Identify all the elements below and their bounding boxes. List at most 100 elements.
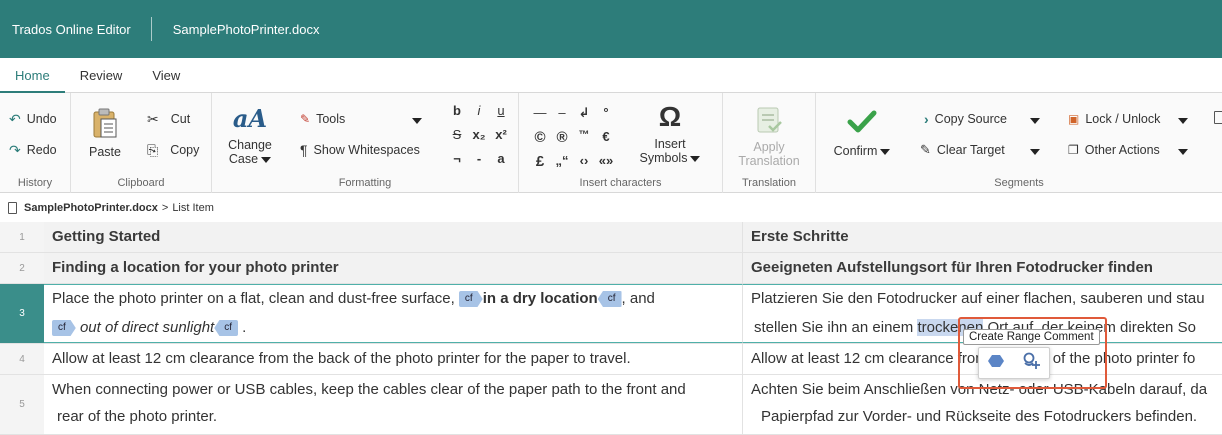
chevron-down-icon [880, 148, 891, 155]
strikethrough-button[interactable]: S [448, 127, 466, 142]
history-label: History [17, 177, 53, 189]
source-segment[interactable]: Allow at least 12 cm clearance from the … [44, 344, 743, 374]
insert-symbols-button[interactable]: Ω Insert Symbols [633, 101, 707, 165]
translation-label: Translation [741, 177, 796, 189]
tag-open[interactable]: cf [52, 320, 76, 336]
tools-button[interactable]: ✎ Tools [300, 111, 345, 127]
other-actions-dropdown-icon[interactable] [1178, 149, 1188, 155]
segments-group: Confirm › Copy Source ✎ Clear Target ▣ L… [816, 93, 1222, 193]
segments-label: Segments [994, 177, 1044, 189]
formatting-label: Formatting [338, 177, 392, 189]
table-row[interactable]: 1 Getting Started Erste Schritte [0, 222, 1222, 253]
em-dash-button[interactable]: — [531, 105, 549, 120]
copy-source-dropdown-icon[interactable] [1030, 118, 1040, 124]
change-case-button[interactable]: aA Change Case [226, 105, 274, 167]
source-text: , and [621, 290, 655, 307]
other-actions-button[interactable]: ❐ Other Actions [1068, 142, 1160, 158]
degree-button[interactable]: ° [597, 105, 615, 120]
formatting-group: aA Change Case ✎ Tools ¶ Show Whitespace… [212, 93, 519, 193]
show-whitespaces-button[interactable]: ¶ Show Whitespaces [300, 142, 420, 158]
italic-button[interactable]: i [470, 103, 488, 118]
tab-home[interactable]: Home [0, 68, 65, 93]
segment-number: 4 [0, 344, 44, 374]
copy-source-button[interactable]: › Copy Source [924, 111, 1007, 127]
tag-close[interactable]: cf [214, 320, 238, 336]
clear-target-button[interactable]: ✎ Clear Target [920, 142, 1005, 158]
insert-symbols-label-2: Symbols [639, 151, 688, 165]
clear-target-dropdown-icon[interactable] [1030, 149, 1040, 155]
comment-icon[interactable] [988, 354, 1004, 372]
segment-number: 1 [0, 222, 44, 252]
nonbreaking-button[interactable]: ¬ [448, 151, 466, 166]
copy-icon: ⎘ [147, 142, 159, 158]
change-case-label-2: Case [228, 152, 259, 166]
source-segment[interactable]: When connecting power or USB cables, kee… [44, 375, 743, 434]
source-segment[interactable]: Finding a location for your photo printe… [44, 253, 743, 283]
document-title: SamplePhotoPrinter.docx [172, 21, 320, 37]
target-text: Papierpfad zur Vorder- und Rückseite des… [761, 408, 1198, 425]
more-icon[interactable] [1214, 111, 1222, 124]
copy-button[interactable]: ⎘ Copy [147, 142, 199, 158]
cut-button[interactable]: ✂ Cut [147, 111, 190, 127]
segment-number: 2 [0, 253, 44, 283]
title-bar: Trados Online Editor SamplePhotoPrinter.… [0, 0, 1222, 58]
tab-review[interactable]: Review [65, 68, 138, 92]
apply-translation-label-1: Apply [753, 140, 785, 154]
show-whitespaces-label: Show Whitespaces [313, 143, 420, 157]
superscript-button[interactable]: x² [492, 127, 510, 142]
scissors-icon: ✂ [147, 111, 159, 127]
breadcrumb-item: List Item [172, 202, 214, 214]
german-quotes-button[interactable]: „“ [553, 153, 571, 168]
add-comment-icon[interactable] [1022, 352, 1040, 375]
redo-button[interactable]: ↷ Redo [9, 142, 57, 158]
apply-translation-icon [757, 107, 782, 133]
table-row[interactable]: 2 Finding a location for your photo prin… [0, 253, 1222, 284]
underline-button[interactable]: u [492, 103, 510, 118]
insert-symbols-label-1: Insert [654, 137, 686, 151]
target-segment[interactable]: Erste Schritte [743, 222, 1222, 252]
app-title: Trados Online Editor [12, 21, 131, 37]
target-text: stellen Sie ihn an einem [754, 319, 914, 336]
hyphen-button[interactable]: - [470, 151, 488, 166]
registered-button[interactable]: ® [553, 129, 571, 146]
tab-view[interactable]: View [137, 68, 195, 92]
copyright-button[interactable]: © [531, 129, 549, 146]
cut-label: Cut [170, 112, 191, 126]
copy-label: Copy [170, 143, 200, 157]
lock-icon: ▣ [1068, 112, 1080, 126]
euro-button[interactable]: € [597, 129, 615, 144]
translation-group: Apply Translation Translation [723, 93, 816, 193]
tag-open[interactable]: cf [458, 291, 483, 307]
paste-button[interactable]: Paste [87, 107, 123, 159]
guillemets-button[interactable]: «» [597, 153, 615, 168]
small-caps-button[interactable]: a [492, 151, 510, 166]
source-segment[interactable]: Getting Started [44, 222, 743, 252]
clipboard-label: Clipboard [117, 177, 165, 189]
single-guillemets-button[interactable]: ‹› [575, 153, 593, 168]
eraser-icon: ✎ [920, 142, 931, 157]
insert-characters-label: Insert characters [579, 177, 662, 189]
apply-translation-button[interactable]: Apply Translation [733, 105, 805, 168]
chevron-down-icon [690, 155, 701, 162]
target-segment[interactable]: Geeigneten Aufstellungsort für Ihren Fot… [743, 253, 1222, 283]
copy-source-label: Copy Source [934, 112, 1007, 126]
confirm-button[interactable]: Confirm [830, 109, 894, 158]
pound-button[interactable]: £ [531, 153, 549, 170]
tag-close[interactable]: cf [597, 291, 622, 307]
subscript-button[interactable]: x₂ [470, 127, 488, 142]
undo-button[interactable]: ↶ Undo [9, 111, 57, 127]
breadcrumb-file[interactable]: SamplePhotoPrinter.docx [24, 202, 158, 214]
breadcrumb: SamplePhotoPrinter.docx > List Item [0, 194, 1222, 222]
trademark-button[interactable]: ™ [575, 129, 593, 141]
lock-unlock-dropdown-icon[interactable] [1178, 118, 1188, 124]
tools-dropdown-icon[interactable] [412, 118, 422, 124]
source-text: rear of the photo printer. [57, 408, 218, 425]
source-segment[interactable]: Place the photo printer on a flat, clean… [44, 284, 743, 343]
chevron-down-icon [261, 156, 272, 163]
line-break-button[interactable]: ↲ [575, 105, 593, 121]
lock-unlock-button[interactable]: ▣ Lock / Unlock [1068, 111, 1160, 127]
source-text: When connecting power or USB cables, kee… [52, 381, 686, 398]
en-dash-button[interactable]: – [553, 105, 571, 120]
bold-button[interactable]: b [448, 103, 466, 118]
source-text: . [242, 319, 247, 336]
